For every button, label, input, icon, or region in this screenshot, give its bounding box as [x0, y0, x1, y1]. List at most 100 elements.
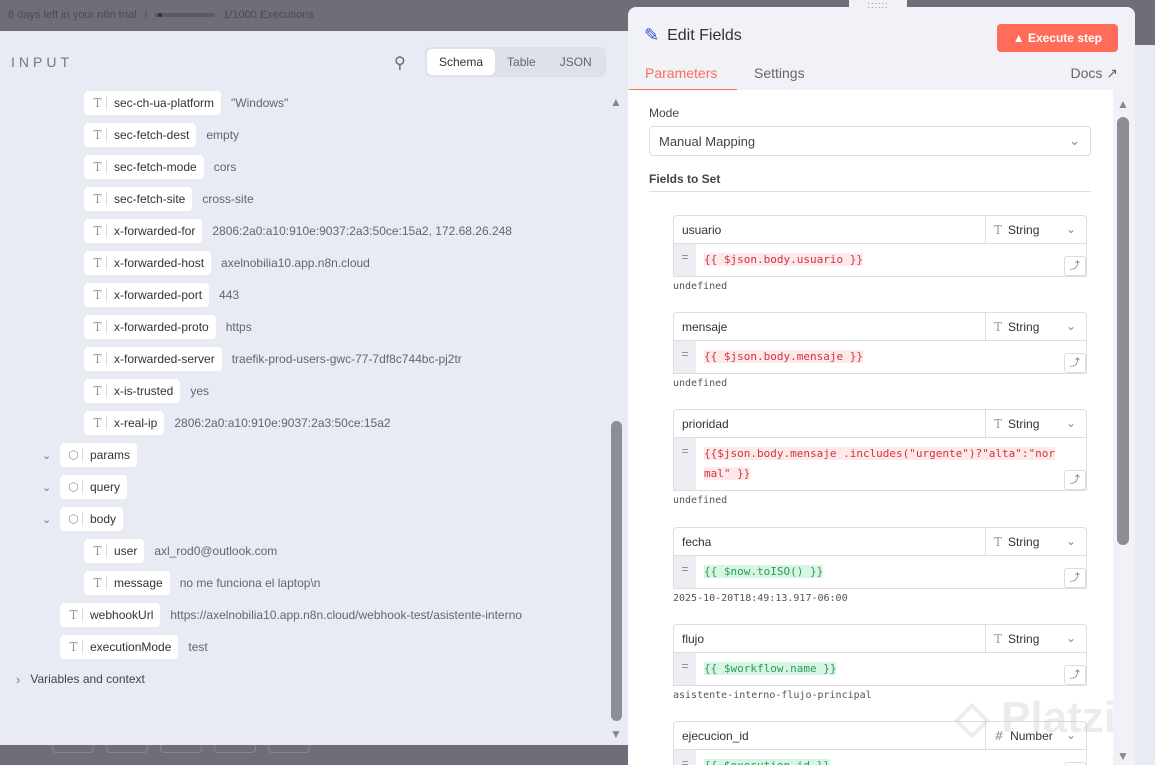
field-name-input[interactable]: usuario [674, 216, 986, 243]
node-panel: ✎ Edit Fields ▲ Execute step Parameters S… [628, 7, 1135, 765]
field-type-select[interactable]: T String ⌄ [986, 625, 1086, 652]
scroll-down-icon[interactable]: ▼ [1117, 749, 1129, 763]
expand-icon[interactable]: ⤴ [1064, 568, 1086, 588]
field-value-input[interactable]: {{ $execution.id }} [696, 750, 1086, 765]
field-assignment: usuario T String ⌄ ={{ $json.body.usuario }… [673, 215, 1087, 292]
mode-select[interactable]: Manual Mapping ⌄ [649, 126, 1091, 156]
platzi-watermark: ◇ Platzi [955, 693, 1116, 742]
chevron-down-icon[interactable]: ⌄ [42, 513, 51, 526]
string-type-icon: T [89, 576, 107, 590]
chevron-down-icon[interactable]: ⌄ [42, 449, 51, 462]
field-type-select[interactable]: T String ⌄ [986, 528, 1086, 555]
string-type-icon: T [994, 223, 1003, 237]
tab-schema[interactable]: Schema [427, 49, 496, 75]
expand-icon[interactable]: ⤴ [1064, 256, 1086, 276]
field-value: 443 [219, 288, 240, 302]
schema-row: Tx-forwarded-server traefik-prod-users-gw… [0, 343, 600, 375]
scroll-up-icon[interactable]: ▲ [1117, 97, 1129, 111]
field-value: "Windows" [231, 96, 289, 110]
field-value: traefik-prod-users-gwc-77-7df8c744bc-pj2… [231, 352, 462, 366]
node-title[interactable]: Edit Fields [667, 27, 742, 45]
field-name-input[interactable]: prioridad [674, 410, 986, 437]
field-value-input[interactable]: {{$json.body.mensaje .includes("urgente"… [696, 438, 1086, 490]
string-type-icon: T [994, 417, 1003, 431]
schema-row: Tsec-ch-ua-platform "Windows" [0, 87, 600, 119]
schema-row: Tx-is-trusted yes [0, 375, 600, 407]
schema-row: Tuser axl_rod0@outlook.com [0, 535, 600, 567]
chevron-down-icon[interactable]: ⌄ [42, 481, 51, 494]
field-key[interactable]: Tsec-fetch-site [84, 187, 193, 211]
field-key[interactable]: TwebhookUrl [60, 603, 161, 627]
schema-row: Tx-forwarded-for 2806:2a0:a10:910e:9037:2… [0, 215, 600, 247]
tab-json[interactable]: JSON [548, 49, 604, 75]
scrollbar[interactable]: ▲ ▼ [606, 91, 626, 745]
scrollbar[interactable]: ▲ ▼ [1115, 97, 1131, 765]
input-panel: INPUT ⚲ Schema Table JSON Tsec-ch-ua-pla… [0, 31, 628, 745]
variables-context-toggle[interactable]: › Variables and context [0, 663, 600, 695]
field-key[interactable]: Tsec-fetch-dest [84, 123, 197, 147]
drag-handle[interactable]: :::::: [849, 0, 907, 12]
field-type-select[interactable]: T String ⌄ [986, 216, 1086, 243]
field-value-input[interactable]: {{ $json.body.mensaje }} [696, 341, 1086, 373]
field-result: undefined [673, 281, 728, 292]
schema-row: Tsec-fetch-dest empty [0, 119, 600, 151]
tab-table[interactable]: Table [495, 49, 548, 75]
field-name-input[interactable]: mensaje [674, 313, 986, 340]
field-name-input[interactable]: fecha [674, 528, 986, 555]
execute-step-button[interactable]: ▲ Execute step [996, 24, 1118, 52]
scroll-up-icon[interactable]: ▲ [610, 95, 622, 109]
field-value: 2806:2a0:a10:910e:9037:2a3:50ce:15a2, 17… [212, 224, 512, 238]
string-type-icon: T [89, 320, 107, 334]
field-value-input[interactable]: {{ $json.body.usuario }} [696, 244, 1086, 276]
field-key[interactable]: ⬡ params [60, 443, 138, 467]
field-key[interactable]: Tx-real-ip [84, 411, 165, 435]
executions-count: 1/1000 Executions [223, 9, 314, 21]
field-key[interactable]: Tx-forwarded-proto [84, 315, 216, 339]
string-type-icon: T [65, 640, 83, 654]
docs-link[interactable]: Docs ↗ [1070, 65, 1118, 82]
chevron-down-icon: ⌄ [1065, 631, 1076, 645]
string-type-icon: T [994, 535, 1003, 549]
field-name-input[interactable]: ejecucion_id [674, 722, 986, 749]
chevron-down-icon: ⌄ [1065, 222, 1076, 236]
string-type-icon: T [89, 160, 107, 174]
tab-parameters[interactable]: Parameters [645, 65, 717, 81]
field-key[interactable]: Tuser [84, 539, 145, 563]
expand-icon[interactable]: ⤴ [1064, 353, 1086, 373]
variables-label: Variables and context [30, 672, 145, 686]
search-icon[interactable]: ⚲ [394, 53, 406, 73]
expression-icon: = [674, 341, 696, 373]
string-type-icon: T [89, 224, 107, 238]
field-key[interactable]: TexecutionMode [60, 635, 179, 659]
field-value-input[interactable]: {{ $now.toISO() }} [696, 556, 1086, 588]
field-key[interactable]: Tmessage [84, 571, 170, 595]
field-key[interactable]: Tx-forwarded-server [84, 347, 222, 371]
trial-banner: 8 days left in your n8n trial | 1/1000 E… [8, 9, 314, 21]
schema-tree: Tsec-ch-ua-platform "Windows" Tsec-fetch-d… [0, 87, 600, 695]
flask-icon: ▲ [1012, 31, 1028, 45]
field-key[interactable]: Tx-is-trusted [84, 379, 181, 403]
field-value: https://axelnobilia10.app.n8n.cloud/webh… [170, 608, 522, 622]
object-icon: ⬡ [65, 512, 83, 526]
string-type-icon: T [89, 544, 107, 558]
field-key[interactable]: ⬡ query [60, 475, 128, 499]
field-key[interactable]: ⬡ body [60, 507, 124, 531]
expression-icon: = [674, 244, 696, 276]
scroll-down-icon[interactable]: ▼ [610, 727, 622, 741]
expand-icon[interactable]: ⤴ [1064, 665, 1086, 685]
field-key[interactable]: Tsec-ch-ua-platform [84, 91, 222, 115]
field-key[interactable]: Tx-forwarded-host [84, 251, 212, 275]
field-value-input[interactable]: {{ $workflow.name }} [696, 653, 1086, 685]
field-type-select[interactable]: T String ⌄ [986, 410, 1086, 437]
string-type-icon: T [994, 632, 1003, 646]
tab-settings[interactable]: Settings [754, 65, 805, 81]
field-key[interactable]: Tsec-fetch-mode [84, 155, 204, 179]
field-assignment: mensaje T String ⌄ ={{ $json.body.mensaje }… [673, 312, 1087, 389]
field-type-select[interactable]: T String ⌄ [986, 313, 1086, 340]
field-key[interactable]: Tx-forwarded-port [84, 283, 210, 307]
expand-icon[interactable]: ⤴ [1064, 470, 1086, 490]
field-value: https [225, 320, 252, 334]
string-type-icon: T [65, 608, 83, 622]
field-name-input[interactable]: flujo [674, 625, 986, 652]
field-key[interactable]: Tx-forwarded-for [84, 219, 203, 243]
